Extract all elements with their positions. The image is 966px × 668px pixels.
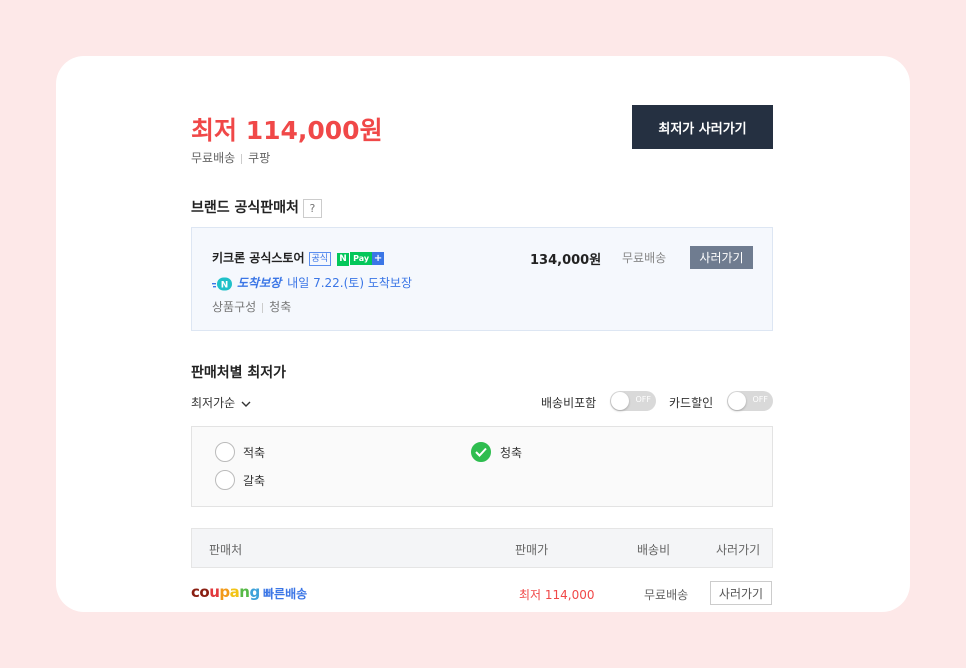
official-badge: 공식 xyxy=(308,251,332,266)
coupang-logo[interactable]: coupang xyxy=(191,583,260,601)
toggle-state: OFF xyxy=(635,395,652,404)
delivery-guarantee: N 도착보장 내일 7.22.(토) 도착보장 xyxy=(212,274,412,291)
seller-shipping: 무료배송 xyxy=(644,588,689,602)
column-buy: 사러가기 xyxy=(716,543,761,557)
product-composition: 상품구성 청축 xyxy=(212,298,291,315)
seller-table-header: 판매처 판매가 배송비 사러가기 xyxy=(191,528,773,568)
delivery-date: 내일 7.22.(토) 도착보장 xyxy=(287,276,412,290)
column-price: 판매가 xyxy=(515,543,549,557)
npay-text: Pay xyxy=(349,252,373,265)
seller-price: 최저 114,000 xyxy=(519,588,595,602)
store-name-line: 키크론 공식스토어 공식 N Pay + xyxy=(212,249,385,266)
brand-buy-button[interactable]: 사러가기 xyxy=(690,246,753,269)
sort-label: 최저가순 xyxy=(191,396,236,410)
card-discount-toggle[interactable]: OFF xyxy=(727,391,773,411)
brand-price: 134,000원 xyxy=(530,253,602,268)
card-discount-label: 카드할인 xyxy=(669,396,714,410)
store-name[interactable]: 키크론 공식스토어 xyxy=(212,251,305,265)
divider xyxy=(262,302,264,313)
npay-plus-mark: + xyxy=(372,252,385,265)
shipping-info: 무료배송 xyxy=(191,151,236,165)
lowest-price-title: 최저 114,000원 xyxy=(191,116,383,145)
option-label-blue[interactable]: 청축 xyxy=(500,444,522,461)
logo-letter: n xyxy=(239,583,250,601)
sellers-section-title: 판매처별 최저가 xyxy=(191,365,287,381)
seller-info: 쿠팡 xyxy=(248,151,271,165)
help-icon[interactable]: ? xyxy=(302,198,322,218)
toggle-knob xyxy=(728,392,746,410)
lowest-price-info: 무료배송 쿠팡 xyxy=(191,149,270,166)
chevron-down-icon xyxy=(241,401,251,407)
brand-section-title: 브랜드 공식판매처? xyxy=(191,197,322,218)
option-radio-blue[interactable] xyxy=(471,442,491,462)
table-row: coupang 빠른배송 최저 114,000 무료배송 사러가기 xyxy=(191,568,773,612)
buy-lowest-button[interactable]: 최저가 사러가기 xyxy=(632,105,773,149)
column-seller: 판매처 xyxy=(209,543,243,557)
column-shipping: 배송비 xyxy=(637,543,671,557)
toggle-state: OFF xyxy=(752,395,769,404)
seller-buy-button[interactable]: 사러가기 xyxy=(710,581,772,605)
fast-delivery-badge: 빠른배송 xyxy=(263,587,308,601)
logo-letter: g xyxy=(249,583,260,601)
option-label-brown[interactable]: 갈축 xyxy=(243,472,265,489)
brand-section-label: 브랜드 공식판매처 xyxy=(191,200,299,216)
option-radio-red[interactable] xyxy=(215,442,235,462)
npay-plus-badge: N Pay + xyxy=(337,252,385,266)
logo-letter: a xyxy=(229,583,240,601)
toggle-knob xyxy=(611,392,629,410)
npay-n-mark: N xyxy=(337,253,350,266)
logo-letter: o xyxy=(199,583,210,601)
brand-store-box: 키크론 공식스토어 공식 N Pay + N 도착보장 내일 7.22.(토) 도착보장 … xyxy=(191,227,773,331)
composition-value: 청축 xyxy=(269,300,292,314)
page-background: 최저 114,000원 무료배송 쿠팡 최저가 사러가기 브랜드 공식판매처? 키… xyxy=(0,0,966,668)
price-comparison-card: 최저 114,000원 무료배송 쿠팡 최저가 사러가기 브랜드 공식판매처? 키… xyxy=(56,56,910,612)
logo-letter: u xyxy=(209,583,220,601)
sort-dropdown[interactable]: 최저가순 xyxy=(191,394,251,411)
option-filter-box: 적축 갈축 청축 xyxy=(191,426,773,507)
delivery-guarantee-badge: 도착보장 xyxy=(237,276,282,290)
shipping-included-label: 배송비포함 xyxy=(541,396,597,410)
logo-letter: p xyxy=(219,583,230,601)
composition-label: 상품구성 xyxy=(212,300,257,314)
shipping-included-toggle[interactable]: OFF xyxy=(610,391,656,411)
divider xyxy=(241,153,243,164)
svg-text:N: N xyxy=(221,280,229,290)
option-radio-brown[interactable] xyxy=(215,470,235,490)
option-label-red[interactable]: 적축 xyxy=(243,444,265,461)
brand-shipping: 무료배송 xyxy=(622,251,667,265)
check-icon xyxy=(475,447,487,457)
delivery-n-icon: N xyxy=(212,277,232,290)
